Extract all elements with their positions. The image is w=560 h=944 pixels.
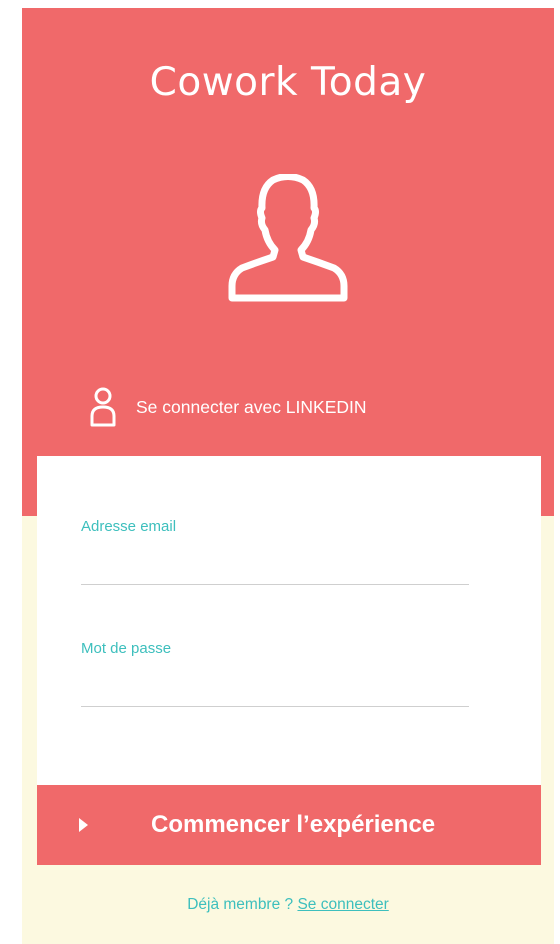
linkedin-login-button[interactable]: Se connecter avec LINKEDIN: [88, 386, 367, 428]
footer-login-prompt: Déjà membre ? Se connecter: [22, 896, 554, 914]
password-field-group: Mot de passe: [81, 640, 469, 707]
email-field[interactable]: [81, 539, 469, 585]
email-field-group: Adresse email: [81, 518, 469, 585]
login-form-card: Adresse email Mot de passe: [37, 456, 541, 786]
already-member-text: Déjà membre ?: [187, 896, 298, 913]
user-silhouette-icon: [228, 174, 348, 302]
sign-in-link[interactable]: Se connecter: [297, 896, 388, 913]
start-experience-button[interactable]: Commencer l’expérience: [37, 785, 541, 865]
password-label: Mot de passe: [81, 640, 172, 657]
linkedin-login-label: Se connecter avec LINKEDIN: [136, 396, 367, 417]
app-title: Cowork Today: [149, 60, 427, 105]
email-label: Adresse email: [81, 518, 177, 535]
user-icon: [90, 387, 116, 427]
start-experience-label: Commencer l’expérience: [151, 811, 436, 838]
password-field[interactable]: [81, 661, 469, 707]
hero-header: Cowork Today Se connecter avec LINKEDIN: [22, 8, 554, 516]
app-screen: Cowork Today Se connecter avec LINKEDIN …: [22, 8, 554, 944]
play-arrow-icon: [79, 818, 88, 832]
